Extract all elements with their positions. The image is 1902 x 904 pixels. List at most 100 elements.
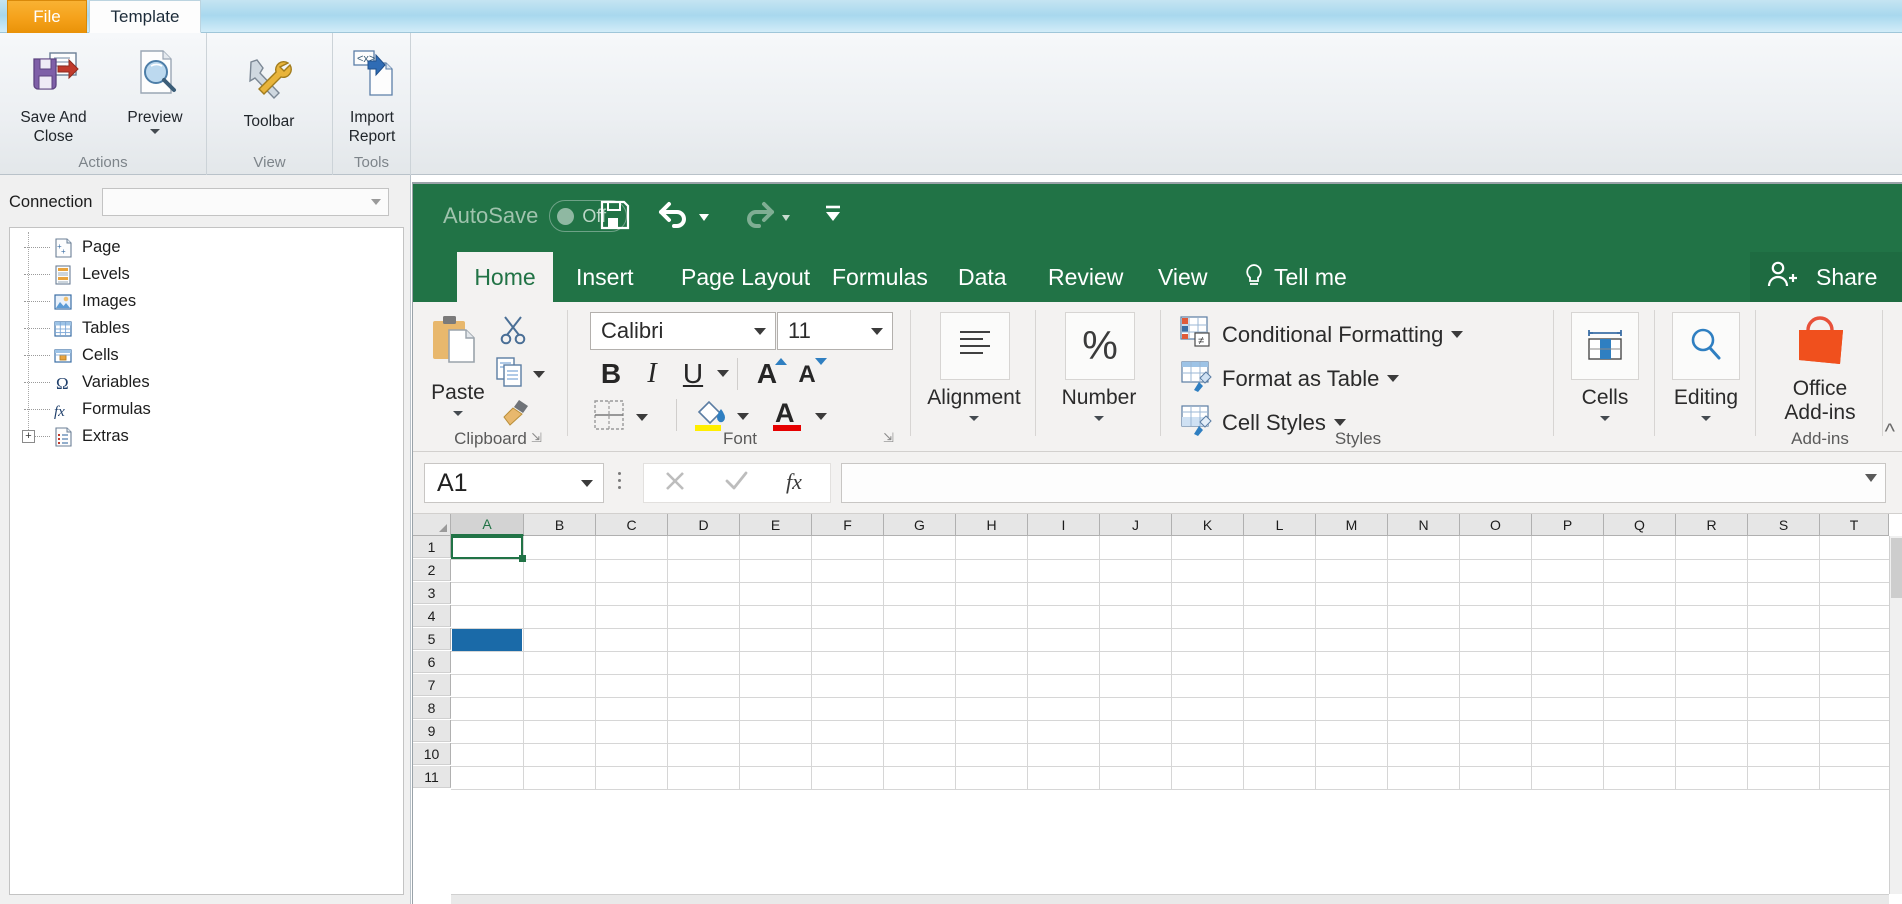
- row-header-5[interactable]: 5: [413, 628, 451, 650]
- host-tab-template[interactable]: Template: [89, 0, 201, 33]
- select-all-corner[interactable]: [413, 514, 451, 536]
- qat-save-button[interactable]: [598, 198, 632, 237]
- redo-caret-down-icon[interactable]: [782, 214, 790, 221]
- font-size-caret-down-icon[interactable]: [871, 327, 883, 335]
- copy-caret-down-icon[interactable]: [533, 371, 545, 378]
- save-and-close-button[interactable]: Save And Close: [6, 47, 101, 146]
- paste-button[interactable]: Paste: [427, 312, 489, 416]
- cells-caret-down-icon[interactable]: [1600, 416, 1610, 421]
- tab-page-layout[interactable]: Page Layout: [666, 252, 825, 302]
- column-header-G[interactable]: G: [884, 514, 956, 536]
- share-button[interactable]: Share: [1750, 252, 1902, 302]
- column-header-E[interactable]: E: [740, 514, 812, 536]
- column-header-N[interactable]: N: [1388, 514, 1460, 536]
- column-header-A[interactable]: A: [451, 514, 524, 536]
- tab-home[interactable]: Home: [457, 252, 553, 302]
- tree-item-page[interactable]: + + Page: [10, 234, 403, 261]
- collapse-ribbon-chevron-up-icon[interactable]: ^: [1885, 419, 1895, 445]
- column-header-F[interactable]: F: [812, 514, 884, 536]
- editing-caret-down-icon[interactable]: [1701, 416, 1711, 421]
- host-tab-file[interactable]: File: [7, 0, 87, 33]
- editing-button[interactable]: [1672, 312, 1740, 380]
- grow-font-button[interactable]: A: [749, 356, 787, 392]
- tree-item-formulas[interactable]: fx Formulas: [10, 396, 403, 423]
- office-addins-button[interactable]: Office Add-ins: [1757, 310, 1883, 425]
- row-header-9[interactable]: 9: [413, 720, 451, 742]
- tree-item-levels[interactable]: Levels: [10, 261, 403, 288]
- name-box[interactable]: A1: [424, 463, 604, 503]
- alignment-button[interactable]: [940, 312, 1010, 380]
- tree-item-tables[interactable]: Tables: [10, 315, 403, 342]
- font-size-combobox[interactable]: 11: [777, 312, 893, 350]
- formula-input[interactable]: [841, 463, 1886, 503]
- enter-check-icon[interactable]: [722, 467, 750, 500]
- row-header-4[interactable]: 4: [413, 605, 451, 627]
- font-name-combobox[interactable]: Calibri: [590, 312, 776, 350]
- conditional-formatting-button[interactable]: ≠ Conditional Formatting: [1180, 316, 1464, 353]
- formula-bar-expand-chevron-icon[interactable]: [1865, 474, 1877, 482]
- template-tree-view[interactable]: + + Page Levels Images Tables Cells Ω Va…: [9, 227, 404, 895]
- tab-review[interactable]: Review: [1033, 252, 1138, 302]
- fill-color-caret-down-icon[interactable]: [737, 413, 749, 420]
- column-header-L[interactable]: L: [1244, 514, 1316, 536]
- font-color-caret-down-icon[interactable]: [815, 413, 827, 420]
- row-header-10[interactable]: 10: [413, 743, 451, 765]
- column-header-O[interactable]: O: [1460, 514, 1532, 536]
- vertical-scrollbar-thumb[interactable]: [1891, 538, 1902, 598]
- italic-button[interactable]: I: [637, 356, 667, 392]
- qat-undo-button[interactable]: [656, 198, 709, 237]
- shrink-font-button[interactable]: A: [791, 358, 827, 392]
- column-header-I[interactable]: I: [1028, 514, 1100, 536]
- cut-button[interactable]: [497, 314, 529, 351]
- cell-styles-caret-down-icon[interactable]: [1333, 419, 1346, 426]
- row-header-2[interactable]: 2: [413, 559, 451, 581]
- copy-button[interactable]: [495, 356, 545, 393]
- cell-A1-selection[interactable]: [451, 536, 523, 559]
- conditional-formatting-caret-down-icon[interactable]: [1451, 331, 1464, 338]
- cancel-x-icon[interactable]: [661, 467, 689, 500]
- import-report-button[interactable]: <x> Import Report: [333, 47, 411, 146]
- tab-view[interactable]: View: [1143, 252, 1222, 302]
- toolbar-button[interactable]: Toolbar: [219, 55, 319, 131]
- qat-redo-button[interactable]: [739, 198, 790, 237]
- alignment-caret-down-icon[interactable]: [969, 416, 979, 421]
- tree-expander-extras[interactable]: +: [22, 430, 35, 443]
- format-as-table-caret-down-icon[interactable]: [1387, 375, 1400, 382]
- column-header-D[interactable]: D: [668, 514, 740, 536]
- fill-handle[interactable]: [519, 555, 526, 562]
- undo-caret-down-icon[interactable]: [699, 214, 709, 221]
- row-header-7[interactable]: 7: [413, 674, 451, 696]
- row-header-1[interactable]: 1: [413, 536, 451, 558]
- number-format-button[interactable]: %: [1065, 312, 1135, 380]
- column-header-C[interactable]: C: [596, 514, 668, 536]
- tab-formulas[interactable]: Formulas: [817, 252, 943, 302]
- name-box-caret-down-icon[interactable]: [581, 479, 593, 487]
- cells-button[interactable]: [1571, 312, 1639, 380]
- column-header-P[interactable]: P: [1532, 514, 1604, 536]
- column-header-H[interactable]: H: [956, 514, 1028, 536]
- row-header-11[interactable]: 11: [413, 766, 451, 788]
- tree-item-variables[interactable]: Ω Variables: [10, 369, 403, 396]
- tab-data[interactable]: Data: [943, 252, 1022, 302]
- format-as-table-button[interactable]: Format as Table: [1180, 360, 1400, 397]
- cell-A5-filled[interactable]: [452, 629, 522, 651]
- tree-item-extras[interactable]: + Extras: [10, 423, 403, 450]
- font-name-caret-down-icon[interactable]: [754, 327, 766, 335]
- column-header-T[interactable]: T: [1820, 514, 1889, 536]
- column-header-R[interactable]: R: [1676, 514, 1748, 536]
- insert-function-fx-icon[interactable]: fx: [783, 466, 813, 501]
- preview-button[interactable]: Preview: [113, 47, 197, 134]
- row-header-3[interactable]: 3: [413, 582, 451, 604]
- bold-button[interactable]: B: [596, 356, 626, 392]
- row-header-6[interactable]: 6: [413, 651, 451, 673]
- connection-combobox[interactable]: [102, 188, 390, 216]
- horizontal-scroll-area[interactable]: [451, 894, 1889, 904]
- font-dialog-launcher[interactable]: ⇲: [883, 430, 899, 446]
- column-header-Q[interactable]: Q: [1604, 514, 1676, 536]
- tree-item-cells[interactable]: Cells: [10, 342, 403, 369]
- column-header-B[interactable]: B: [524, 514, 596, 536]
- qat-overflow-button[interactable]: [820, 204, 846, 229]
- paste-caret-down-icon[interactable]: [453, 411, 463, 416]
- tab-insert[interactable]: Insert: [561, 252, 649, 302]
- preview-caret-down-icon[interactable]: [150, 129, 160, 134]
